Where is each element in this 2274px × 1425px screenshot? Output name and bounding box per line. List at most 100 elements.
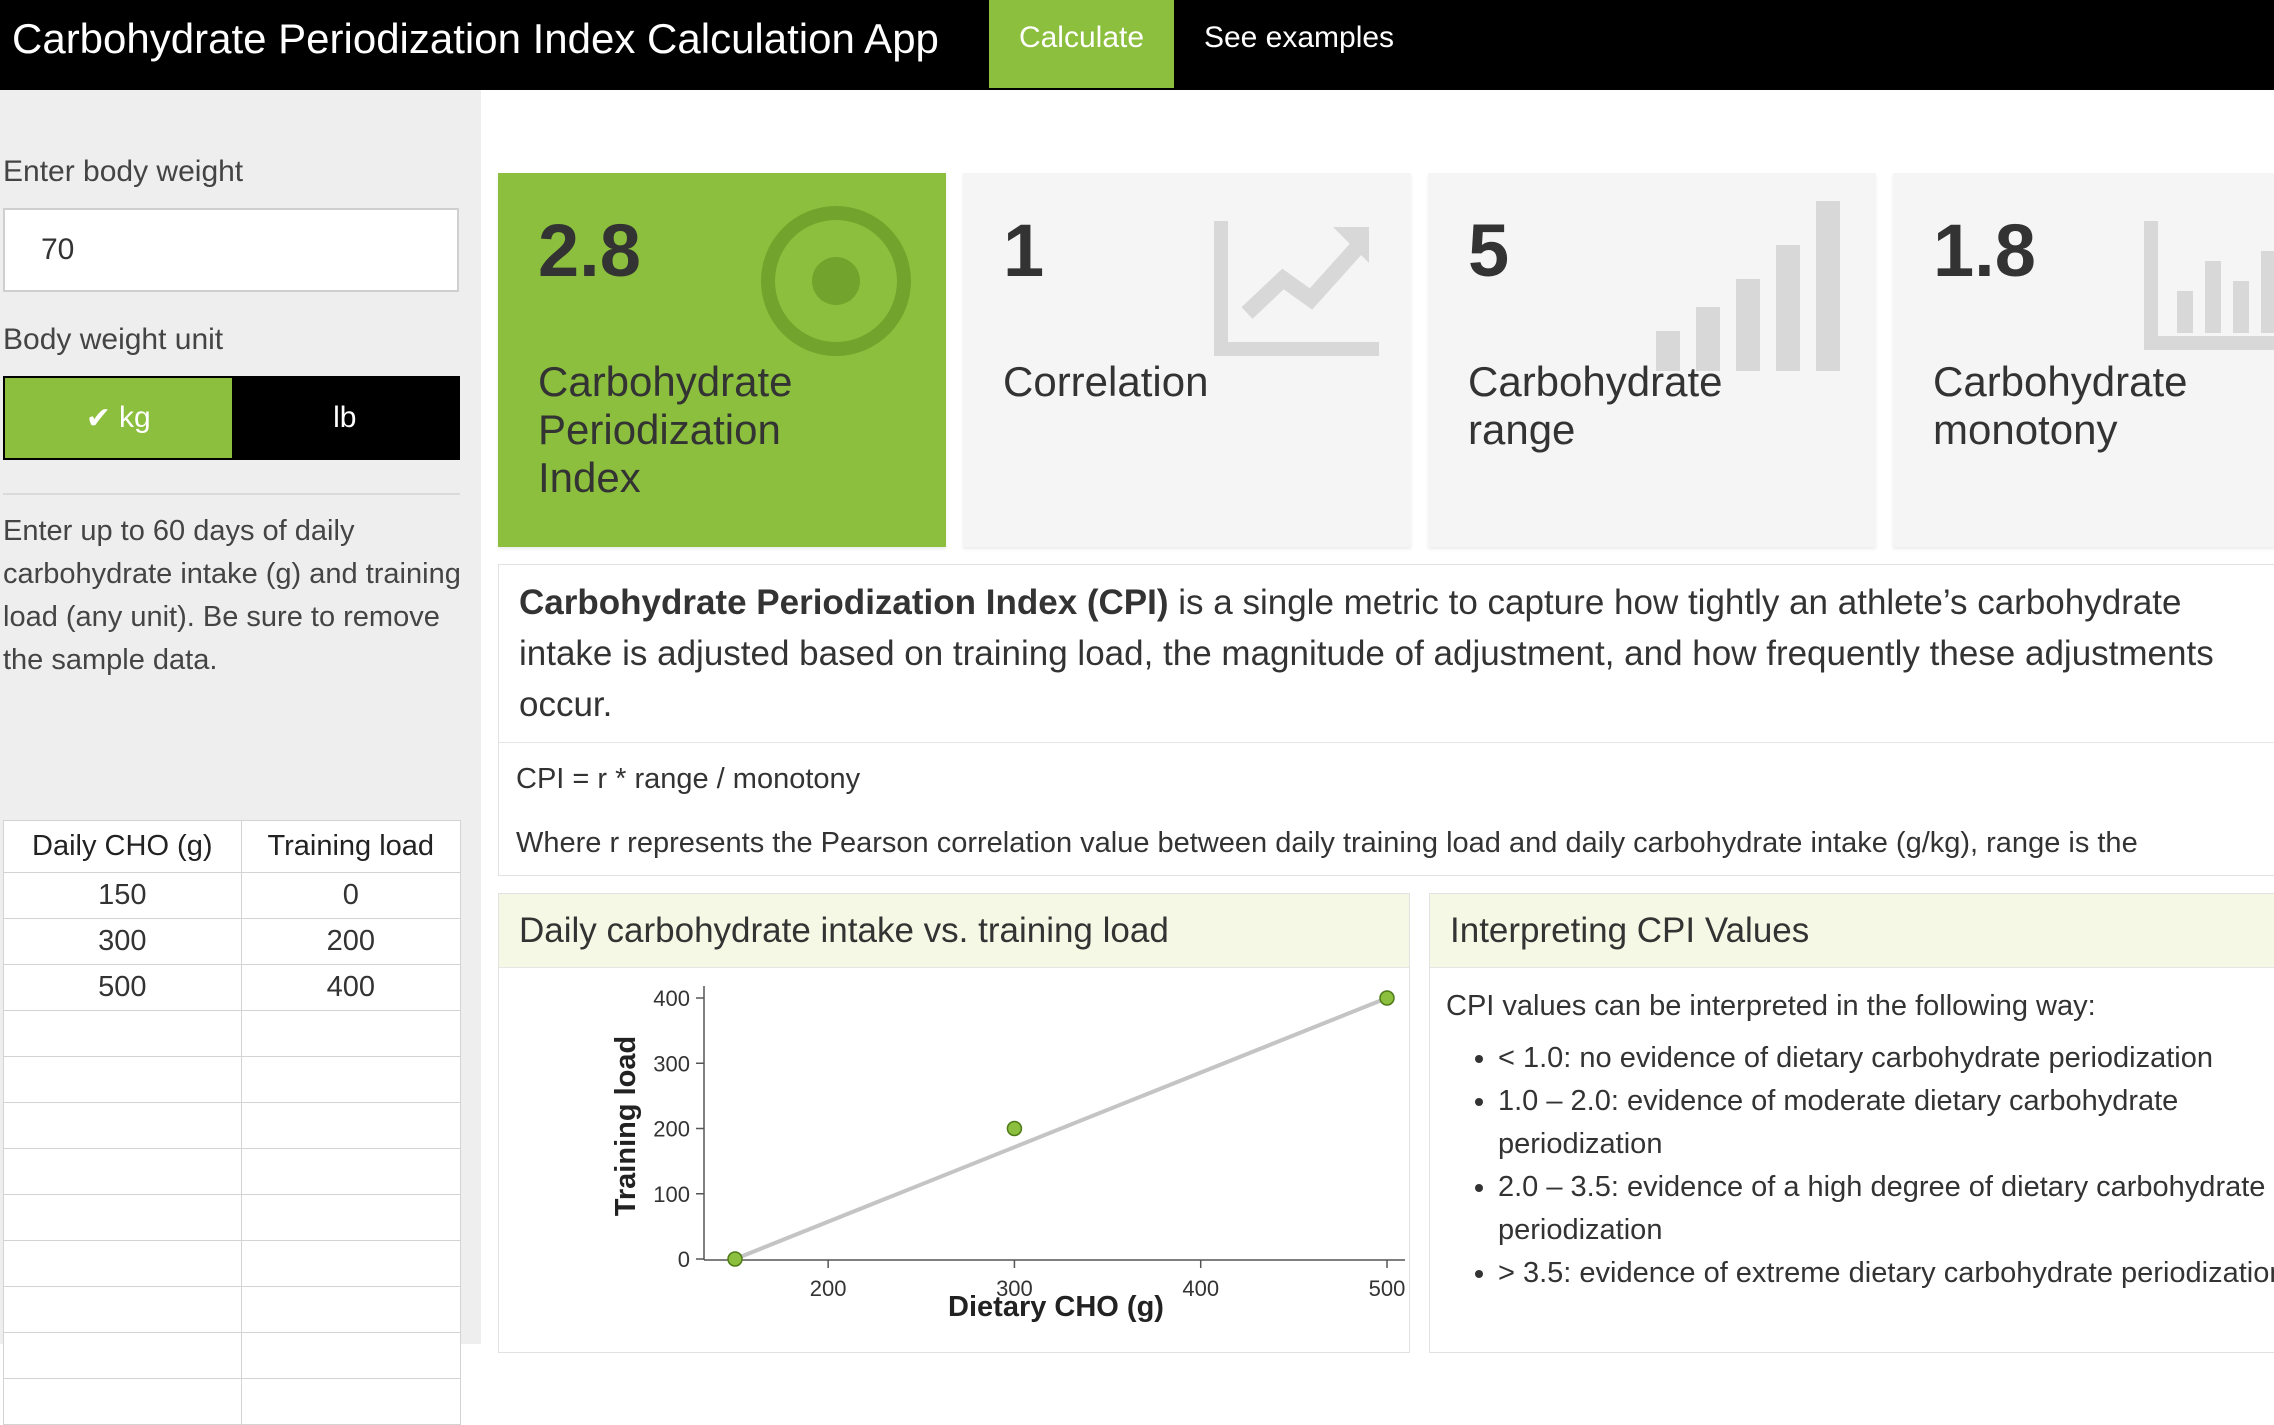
x-axis-label: Dietary CHO (g)	[948, 1291, 1164, 1323]
sidebar-divider	[3, 493, 460, 495]
cpi-term: Carbohydrate Periodization Index (CPI)	[519, 583, 1169, 622]
empty-cell[interactable]	[240, 1240, 462, 1287]
empty-cell[interactable]	[3, 1378, 242, 1425]
y-tick-label: 200	[653, 1117, 690, 1142]
data-point	[1379, 990, 1395, 1006]
body-weight-input[interactable]: 70	[3, 208, 459, 292]
table-row	[3, 1332, 462, 1379]
body-weight-label: Enter body weight	[3, 155, 244, 188]
interpretation-list: < 1.0: no evidence of dietary carbohydra…	[1470, 1037, 2274, 1295]
empty-cell[interactable]	[3, 1332, 242, 1379]
app-title[interactable]: Carbohydrate Periodization Index Calcula…	[12, 0, 939, 90]
interpretation-panel-title: Interpreting CPI Values	[1430, 894, 2274, 968]
card-carbohydrate-range: 5 Carbohydrate range	[1428, 173, 1876, 547]
daily-cho-cell[interactable]: 500	[3, 964, 242, 1011]
empty-cell[interactable]	[3, 1056, 242, 1103]
cpi-description: Carbohydrate Periodization Index (CPI) i…	[519, 577, 2274, 730]
area-chart-icon	[1214, 221, 1379, 356]
empty-cell[interactable]	[3, 1240, 242, 1287]
table-row	[3, 1194, 462, 1241]
cpi-formula: CPI = r * range / monotony	[516, 763, 861, 795]
empty-cell[interactable]	[240, 1286, 462, 1333]
unit-lb-label: lb	[333, 401, 357, 434]
empty-cell[interactable]	[240, 1148, 462, 1195]
table-row	[3, 1056, 462, 1103]
bar-chart-icon	[2144, 221, 2274, 350]
y-tick-label: 100	[653, 1182, 690, 1207]
cpi-label: Carbohydrate Periodization Index	[538, 358, 793, 501]
body-weight-unit-toggle: ✔ kg lb	[3, 376, 460, 460]
column-header-daily-cho: Daily CHO (g)	[3, 820, 242, 873]
y-tick-label: 400	[653, 986, 690, 1011]
empty-cell[interactable]	[240, 1332, 462, 1379]
empty-cell[interactable]	[240, 1010, 462, 1057]
x-tick-label: 200	[810, 1276, 847, 1301]
unit-kg-button[interactable]: ✔ kg	[5, 378, 232, 458]
scatter-chart: 0100200300400200 300 400 500Dietary CHO (g)…	[610, 986, 1406, 1323]
table-row: 150 0	[3, 872, 462, 919]
cpi-value: 2.8	[538, 209, 641, 292]
chart-panel-title: Daily carbohydrate intake vs. training l…	[499, 894, 1409, 968]
signal-bars-icon	[1656, 201, 1840, 371]
interpretation-item: < 1.0: no evidence of dietary carbohydra…	[1498, 1037, 2274, 1080]
training-load-cell[interactable]: 0	[240, 872, 462, 919]
table-row	[3, 1240, 462, 1287]
data-point	[727, 1251, 743, 1267]
empty-cell[interactable]	[3, 1010, 242, 1057]
interpretation-intro: CPI values can be interpreted in the fol…	[1446, 990, 2096, 1022]
interpretation-item: > 3.5: evidence of extreme dietary carbo…	[1498, 1252, 2274, 1295]
empty-cell[interactable]	[240, 1102, 462, 1149]
table-row: 300 200	[3, 918, 462, 965]
y-tick-label: 300	[653, 1051, 690, 1076]
training-load-cell[interactable]: 400	[240, 964, 462, 1011]
table-row	[3, 1010, 462, 1057]
empty-cell[interactable]	[3, 1194, 242, 1241]
interpretation-panel: Interpreting CPI Values CPI values can b…	[1429, 893, 2274, 1353]
table-row	[3, 1102, 462, 1149]
bullseye-icon	[761, 206, 911, 356]
data-point	[1006, 1120, 1023, 1137]
x-tick-label: 400	[1182, 1276, 1219, 1301]
interpretation-item: 1.0 – 2.0: evidence of moderate dietary …	[1498, 1080, 2274, 1166]
carbohydrate-monotony-label: Carbohydrate monotony	[1933, 358, 2188, 453]
empty-cell[interactable]	[3, 1148, 242, 1195]
card-correlation: 1 Correlation	[963, 173, 1411, 547]
table-row	[3, 1286, 462, 1333]
empty-cell[interactable]	[3, 1102, 242, 1149]
empty-cell[interactable]	[240, 1056, 462, 1103]
empty-cell[interactable]	[240, 1194, 462, 1241]
chart-panel: Daily carbohydrate intake vs. training l…	[498, 893, 1410, 1353]
y-tick-label: 0	[678, 1247, 690, 1272]
correlation-label: Correlation	[1003, 358, 1209, 405]
card-carbohydrate-monotony: 1.8 Carbohydrate monotony	[1893, 173, 2274, 547]
table-row: 500 400	[3, 964, 462, 1011]
daily-cho-cell[interactable]: 300	[3, 918, 242, 965]
data-entry-table: Daily CHO (g) Training load 150 0 300 200 50…	[3, 820, 462, 1425]
panel-divider	[499, 742, 2274, 743]
training-load-cell[interactable]: 200	[240, 918, 462, 965]
table-row	[3, 1148, 462, 1195]
body-weight-unit-label: Body weight unit	[3, 323, 224, 356]
cpi-formula-explanation: Where r represents the Pearson correlati…	[516, 827, 2138, 859]
table-row	[3, 1378, 462, 1425]
unit-kg-label: kg	[118, 401, 151, 434]
column-header-training-load: Training load	[240, 820, 462, 873]
empty-cell[interactable]	[240, 1378, 462, 1425]
card-cpi: 2.8 Carbohydrate Periodization Index	[498, 173, 946, 547]
empty-cell[interactable]	[3, 1286, 242, 1333]
daily-cho-cell[interactable]: 150	[3, 872, 242, 919]
correlation-value: 1	[1003, 209, 1045, 292]
y-axis-label: Training load	[610, 1036, 642, 1216]
carbohydrate-range-label: Carbohydrate range	[1468, 358, 1723, 453]
tab-calculate[interactable]: Calculate	[989, 0, 1174, 88]
sidebar: Enter body weight 70 Body weight unit ✔ …	[0, 90, 481, 1425]
trend-line	[734, 996, 1388, 1261]
x-tick-label: 500	[1369, 1276, 1406, 1301]
unit-lb-button[interactable]: lb	[231, 378, 458, 458]
carbohydrate-monotony-value: 1.8	[1933, 209, 2036, 292]
top-navbar: Carbohydrate Periodization Index Calcula…	[0, 0, 2274, 90]
carbohydrate-range-value: 5	[1468, 209, 1510, 292]
tab-see-examples[interactable]: See examples	[1174, 0, 1424, 88]
interpretation-item: 2.0 – 3.5: evidence of a high degree of …	[1498, 1166, 2274, 1252]
checkmark-icon: ✔	[85, 401, 111, 435]
